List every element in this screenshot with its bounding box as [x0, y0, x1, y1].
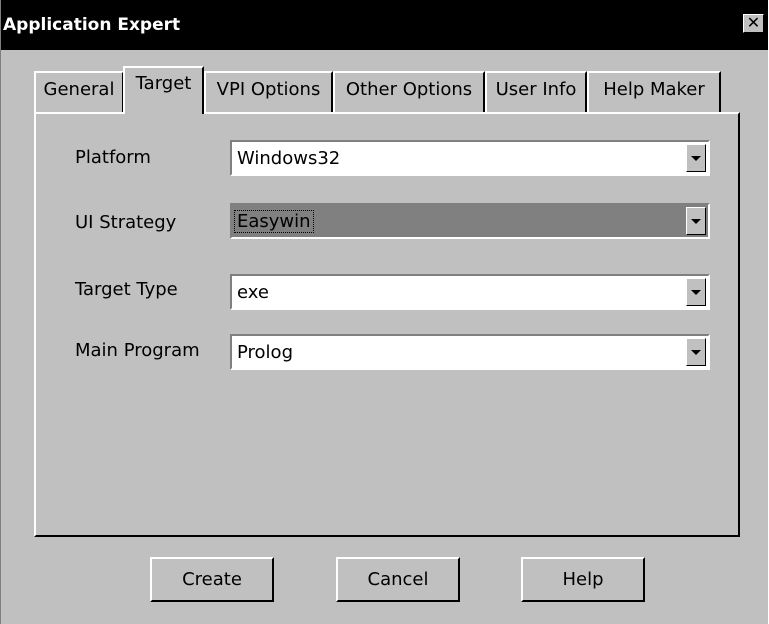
ui-strategy-dropdown[interactable]: Easywin: [230, 203, 710, 239]
target-type-dropdown[interactable]: exe: [230, 274, 710, 310]
tab-general-label: General: [43, 79, 115, 100]
platform-dropdown-button[interactable]: [686, 144, 706, 172]
close-button[interactable]: ✕: [743, 14, 764, 33]
tab-other-options-label: Other Options: [345, 79, 473, 100]
tab-user-info[interactable]: User Info: [485, 71, 587, 112]
target-type-value: exe: [237, 282, 269, 303]
ui-strategy-dropdown-button[interactable]: [686, 207, 706, 235]
tab-help-maker-label: Help Maker: [603, 79, 705, 100]
application-expert-dialog: Application Expert ✕ General Target VPI …: [0, 0, 768, 624]
tab-help-maker[interactable]: Help Maker: [587, 71, 721, 112]
tab-other-options[interactable]: Other Options: [333, 71, 485, 112]
cancel-button[interactable]: Cancel: [336, 557, 460, 602]
help-button[interactable]: Help: [521, 557, 645, 602]
tab-target-label: Target: [135, 73, 192, 94]
chevron-down-icon: [691, 290, 701, 295]
window-title: Application Expert: [3, 15, 181, 35]
target-type-dropdown-button[interactable]: [686, 278, 706, 306]
main-program-dropdown-button[interactable]: [686, 338, 706, 366]
create-button[interactable]: Create: [150, 557, 274, 602]
platform-value: Windows32: [237, 148, 341, 169]
tab-vpi-options[interactable]: VPI Options: [204, 71, 333, 112]
ui-strategy-value: Easywin: [234, 210, 314, 233]
title-bar[interactable]: Application Expert ✕: [1, 0, 768, 50]
platform-dropdown[interactable]: Windows32: [230, 140, 710, 176]
chevron-down-icon: [691, 219, 701, 224]
close-icon: ✕: [746, 13, 761, 32]
tab-user-info-label: User Info: [495, 79, 577, 100]
main-program-value: Prolog: [237, 342, 293, 363]
create-button-label: Create: [182, 569, 242, 590]
main-program-dropdown[interactable]: Prolog: [230, 334, 710, 370]
help-button-label: Help: [562, 569, 604, 590]
tab-target[interactable]: Target: [123, 66, 204, 114]
cancel-button-label: Cancel: [367, 569, 429, 590]
chevron-down-icon: [691, 350, 701, 355]
tab-vpi-options-label: VPI Options: [216, 79, 321, 100]
chevron-down-icon: [691, 156, 701, 161]
tab-general[interactable]: General: [34, 71, 124, 112]
